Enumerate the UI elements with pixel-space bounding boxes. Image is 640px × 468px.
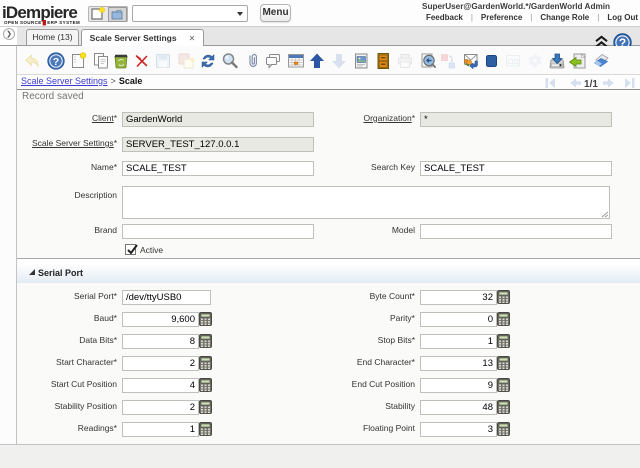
svg-text:?: ?: [53, 56, 59, 68]
svg-text:1/1: 1/1: [584, 79, 598, 90]
